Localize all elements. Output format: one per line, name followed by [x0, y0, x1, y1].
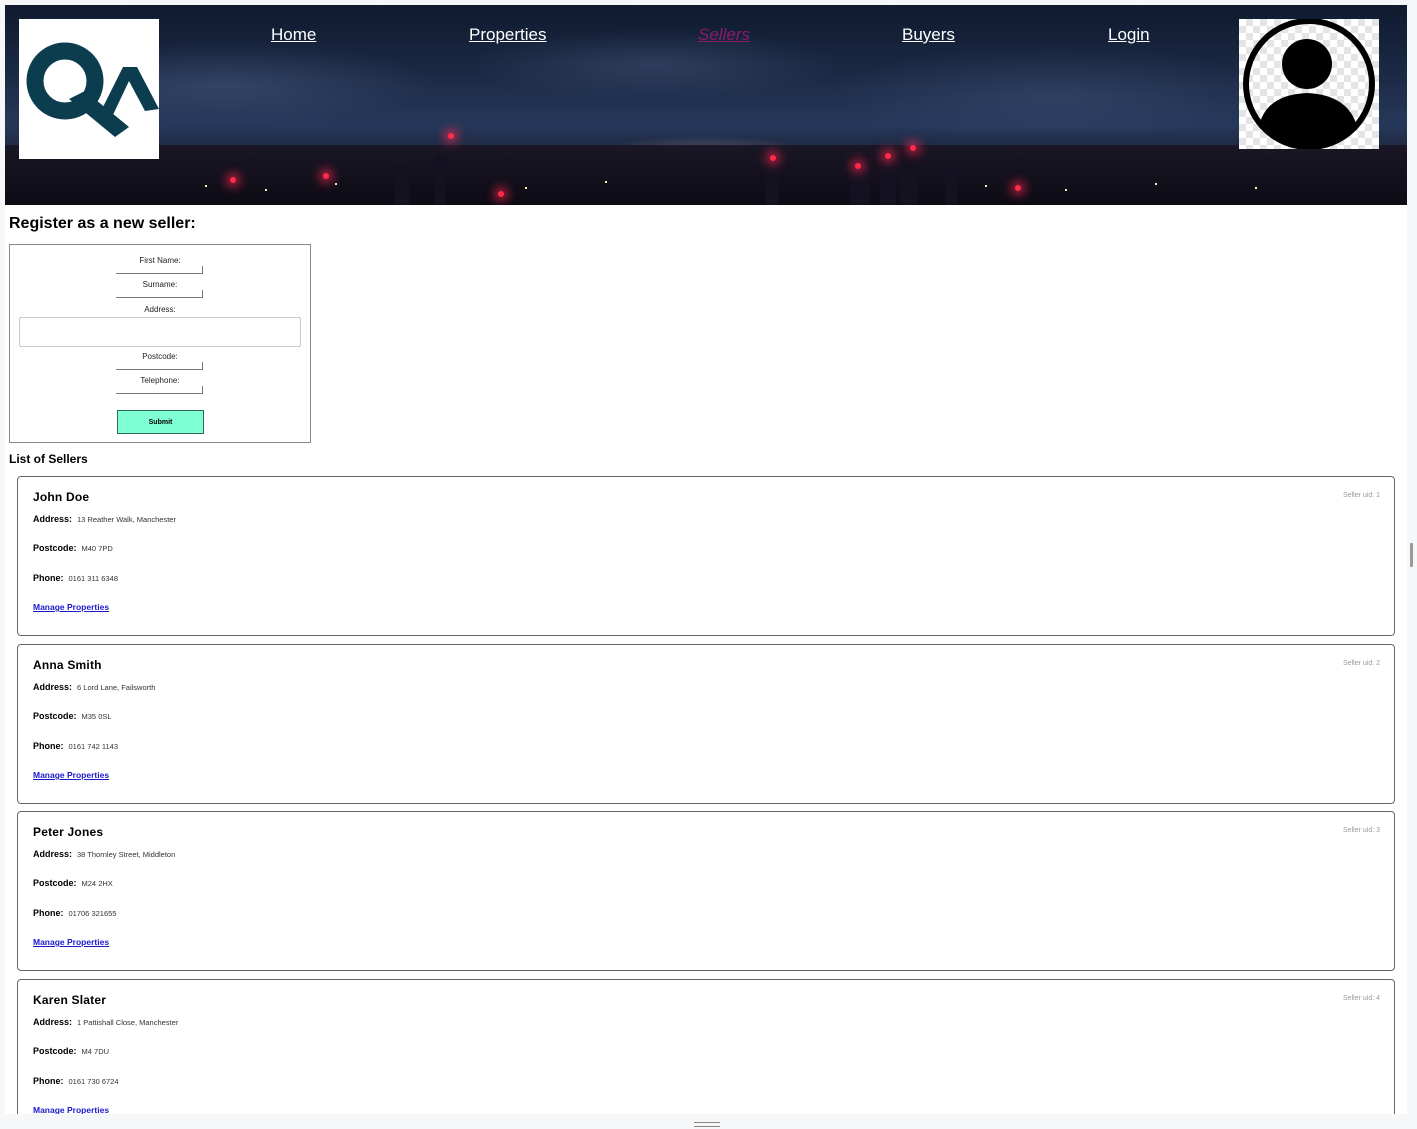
nav-buyers[interactable]: Buyers	[902, 25, 955, 45]
seller-card: Peter Jones Seller uid: 3 Address: 38 Tho…	[17, 811, 1395, 971]
seller-phone: 0161 730 6724	[68, 1077, 119, 1086]
postcode-label: Postcode:	[33, 878, 77, 888]
postcode-label: Postcode:	[33, 1046, 77, 1056]
phone-label: Phone:	[33, 1076, 64, 1086]
seller-phone: 0161 742 1143	[68, 742, 119, 751]
seller-card: Anna Smith Seller uid: 2 Address: 6 Lord …	[17, 644, 1395, 804]
address-textarea[interactable]	[19, 317, 301, 347]
seller-name: Karen Slater	[33, 993, 107, 1007]
seller-phone: 01706 321655	[68, 909, 117, 918]
telephone-input[interactable]	[116, 386, 203, 394]
nav-home[interactable]: Home	[271, 25, 316, 45]
scrollbar-thumb[interactable]	[1410, 543, 1413, 567]
resize-handle-icon[interactable]	[694, 1122, 720, 1123]
seller-postcode-row: Postcode: M24 2HX	[33, 878, 113, 888]
phone-label: Phone:	[33, 573, 64, 583]
seller-address: 38 Thornley Street, Middleton	[77, 850, 176, 859]
seller-postcode-row: Postcode: M4 7DU	[33, 1046, 109, 1056]
manage-properties-link[interactable]: Manage Properties	[33, 1105, 109, 1114]
seller-uid: Seller uid: 4	[1343, 995, 1380, 1002]
register-form: First Name: Surname: Address: Postcode: …	[9, 244, 311, 443]
seller-phone-row: Phone: 0161 730 6724	[33, 1076, 119, 1086]
seller-address: 6 Lord Lane, Failsworth	[77, 683, 156, 692]
seller-uid: Seller uid: 2	[1343, 660, 1380, 667]
surname-input[interactable]	[116, 290, 203, 298]
list-title: List of Sellers	[9, 452, 88, 466]
telephone-label: Telephone:	[140, 376, 180, 385]
city-skyline	[5, 145, 1407, 205]
seller-address-row: Address: 13 Reather Walk, Manchester	[33, 514, 176, 524]
seller-address-row: Address: 6 Lord Lane, Failsworth	[33, 682, 155, 692]
seller-name: Peter Jones	[33, 825, 104, 839]
resize-handle-icon[interactable]	[694, 1126, 720, 1127]
seller-card: John Doe Seller uid: 1 Address: 13 Reathe…	[17, 476, 1395, 636]
seller-phone-row: Phone: 0161 742 1143	[33, 741, 118, 751]
first-name-label: First Name:	[139, 256, 181, 265]
nav-login[interactable]: Login	[1108, 25, 1150, 45]
first-name-input[interactable]	[116, 266, 203, 274]
submit-button[interactable]: Submit	[117, 410, 204, 434]
postcode-label: Postcode:	[33, 711, 77, 721]
surname-label: Surname:	[142, 280, 178, 289]
seller-address-row: Address: 1 Pattishall Close, Manchester	[33, 1017, 178, 1027]
seller-phone: 0161 311 6348	[68, 574, 119, 583]
seller-name: John Doe	[33, 490, 90, 504]
user-avatar-icon[interactable]	[1239, 19, 1379, 149]
seller-card: Karen Slater Seller uid: 4 Address: 1 Pat…	[17, 979, 1395, 1114]
nav-properties[interactable]: Properties	[469, 25, 546, 45]
seller-phone-row: Phone: 0161 311 6348	[33, 573, 118, 583]
seller-postcode-row: Postcode: M40 7PD	[33, 543, 113, 553]
qa-logo-icon[interactable]	[19, 19, 159, 159]
address-label: Address:	[33, 682, 73, 692]
phone-label: Phone:	[33, 908, 64, 918]
seller-uid: Seller uid: 1	[1343, 492, 1380, 499]
manage-properties-link[interactable]: Manage Properties	[33, 602, 109, 612]
address-label: Address:	[33, 514, 73, 524]
address-label: Address:	[33, 849, 73, 859]
seller-uid: Seller uid: 3	[1343, 827, 1380, 834]
seller-address-row: Address: 38 Thornley Street, Middleton	[33, 849, 175, 859]
manage-properties-link[interactable]: Manage Properties	[33, 937, 109, 947]
phone-label: Phone:	[33, 741, 64, 751]
seller-address: 1 Pattishall Close, Manchester	[77, 1018, 179, 1027]
postcode-input[interactable]	[116, 362, 203, 370]
postcode-label: Postcode:	[142, 352, 178, 361]
register-title: Register as a new seller:	[9, 215, 196, 232]
page: Home Properties Sellers Buyers Login Reg…	[5, 5, 1407, 1114]
header-banner: Home Properties Sellers Buyers Login	[5, 5, 1407, 205]
address-label: Address:	[144, 305, 176, 314]
seller-postcode: M35 0SL	[81, 712, 112, 721]
nav-sellers[interactable]: Sellers	[698, 25, 750, 45]
postcode-label: Postcode:	[33, 543, 77, 553]
seller-postcode: M40 7PD	[81, 544, 113, 553]
seller-address: 13 Reather Walk, Manchester	[77, 515, 176, 524]
seller-postcode-row: Postcode: M35 0SL	[33, 711, 112, 721]
seller-postcode: M4 7DU	[81, 1047, 110, 1056]
seller-phone-row: Phone: 01706 321655	[33, 908, 116, 918]
seller-name: Anna Smith	[33, 658, 102, 672]
seller-postcode: M24 2HX	[81, 879, 113, 888]
address-label: Address:	[33, 1017, 73, 1027]
manage-properties-link[interactable]: Manage Properties	[33, 770, 109, 780]
